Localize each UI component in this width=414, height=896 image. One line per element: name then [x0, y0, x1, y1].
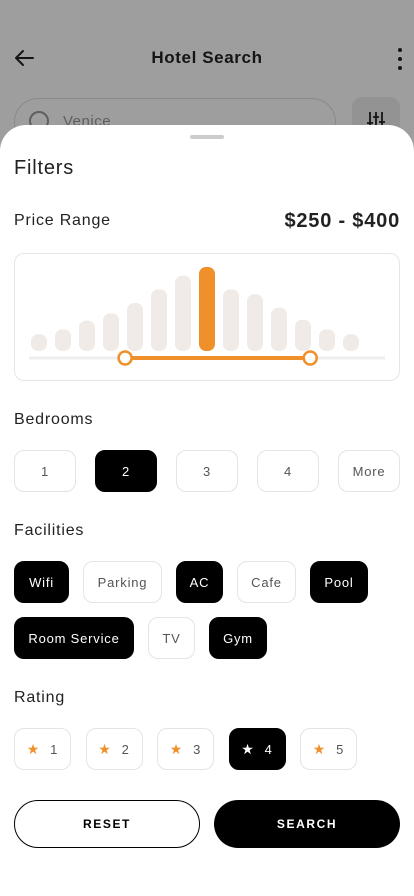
slider-min-handle[interactable]	[117, 350, 133, 366]
histogram-bar	[223, 289, 239, 351]
facility-cafe[interactable]: Cafe	[237, 561, 296, 603]
search-button[interactable]: SEARCH	[214, 800, 400, 848]
bedroom-option-4-label: 4	[283, 463, 293, 479]
facility-ac[interactable]: AC	[176, 561, 223, 603]
facility-parking-label: Parking	[97, 574, 148, 590]
facility-room-service-label: Room Service	[28, 630, 120, 646]
facility-cafe-label: Cafe	[251, 574, 282, 590]
histogram-bar	[79, 320, 95, 351]
bedroom-option-1[interactable]: 1	[14, 450, 76, 492]
star-icon: ★	[312, 740, 327, 757]
reset-button[interactable]: RESET	[14, 800, 200, 848]
bedroom-option-1-label: 1	[40, 463, 50, 479]
price-range-value: $250 - $400	[284, 210, 400, 232]
facility-gym-label: Gym	[223, 630, 253, 646]
sheet-title: Filters	[14, 157, 75, 179]
rating-option-5[interactable]: ★ 5	[300, 728, 357, 770]
rating-option-5-label: 5	[336, 741, 345, 757]
star-icon: ★	[169, 740, 184, 757]
star-icon: ★	[26, 740, 41, 757]
histogram-bar	[103, 313, 119, 351]
facility-wifi[interactable]: Wifi	[14, 561, 69, 603]
rating-option-4[interactable]: ★ 4	[228, 728, 286, 770]
bedroom-option-4[interactable]: 4	[257, 450, 319, 492]
bedroom-option-more[interactable]: More	[338, 450, 400, 492]
histogram-bar	[295, 319, 311, 351]
facility-wifi-label: Wifi	[29, 574, 54, 590]
bedroom-option-3[interactable]: 3	[176, 450, 238, 492]
rating-option-3-label: 3	[193, 741, 202, 757]
rating-option-1[interactable]: ★ 1	[14, 728, 71, 770]
histogram-bar	[319, 329, 335, 351]
histogram-bar	[199, 267, 215, 351]
facility-tv-label: TV	[162, 630, 181, 646]
rating-option-4-label: 4	[264, 741, 273, 757]
histogram-bar	[343, 334, 359, 351]
histogram-bar	[247, 294, 263, 351]
bedrooms-label: Bedrooms	[14, 411, 94, 428]
histogram-bar	[151, 289, 167, 351]
histogram-bar	[31, 334, 47, 351]
facility-parking[interactable]: Parking	[83, 561, 162, 603]
histogram-bar	[127, 303, 143, 351]
facilities-label: Facilities	[14, 522, 85, 539]
sheet-handle[interactable]	[190, 135, 224, 139]
histogram-bar	[55, 329, 71, 351]
facility-room-service[interactable]: Room Service	[14, 617, 134, 659]
rating-option-3[interactable]: ★ 3	[157, 728, 214, 770]
facility-gym[interactable]: Gym	[209, 617, 267, 659]
facility-pool[interactable]: Pool	[310, 561, 368, 603]
rating-label: Rating	[14, 689, 66, 706]
star-icon: ★	[241, 740, 255, 757]
rating-option-2-label: 2	[121, 741, 130, 757]
facility-pool-label: Pool	[324, 574, 354, 590]
price-histogram-chart	[29, 267, 385, 366]
histogram-bar	[271, 307, 287, 351]
histogram-bar	[175, 275, 191, 351]
rating-option-1-label: 1	[50, 741, 59, 757]
bedroom-option-2-label: 2	[121, 463, 131, 479]
price-histogram	[14, 253, 400, 381]
bedroom-option-more-label: More	[352, 463, 386, 479]
facility-ac-label: AC	[189, 574, 210, 590]
facility-tv[interactable]: TV	[148, 617, 195, 659]
slider-max-handle[interactable]	[302, 350, 318, 366]
bedroom-option-2[interactable]: 2	[95, 450, 157, 492]
rating-option-2[interactable]: ★ 2	[85, 728, 143, 770]
star-icon: ★	[98, 740, 112, 757]
bedroom-option-3-label: 3	[202, 463, 212, 479]
price-range-label: Price Range	[14, 212, 111, 229]
filters-sheet: Filters Price Range $250 - $400 Bedrooms…	[0, 125, 414, 896]
